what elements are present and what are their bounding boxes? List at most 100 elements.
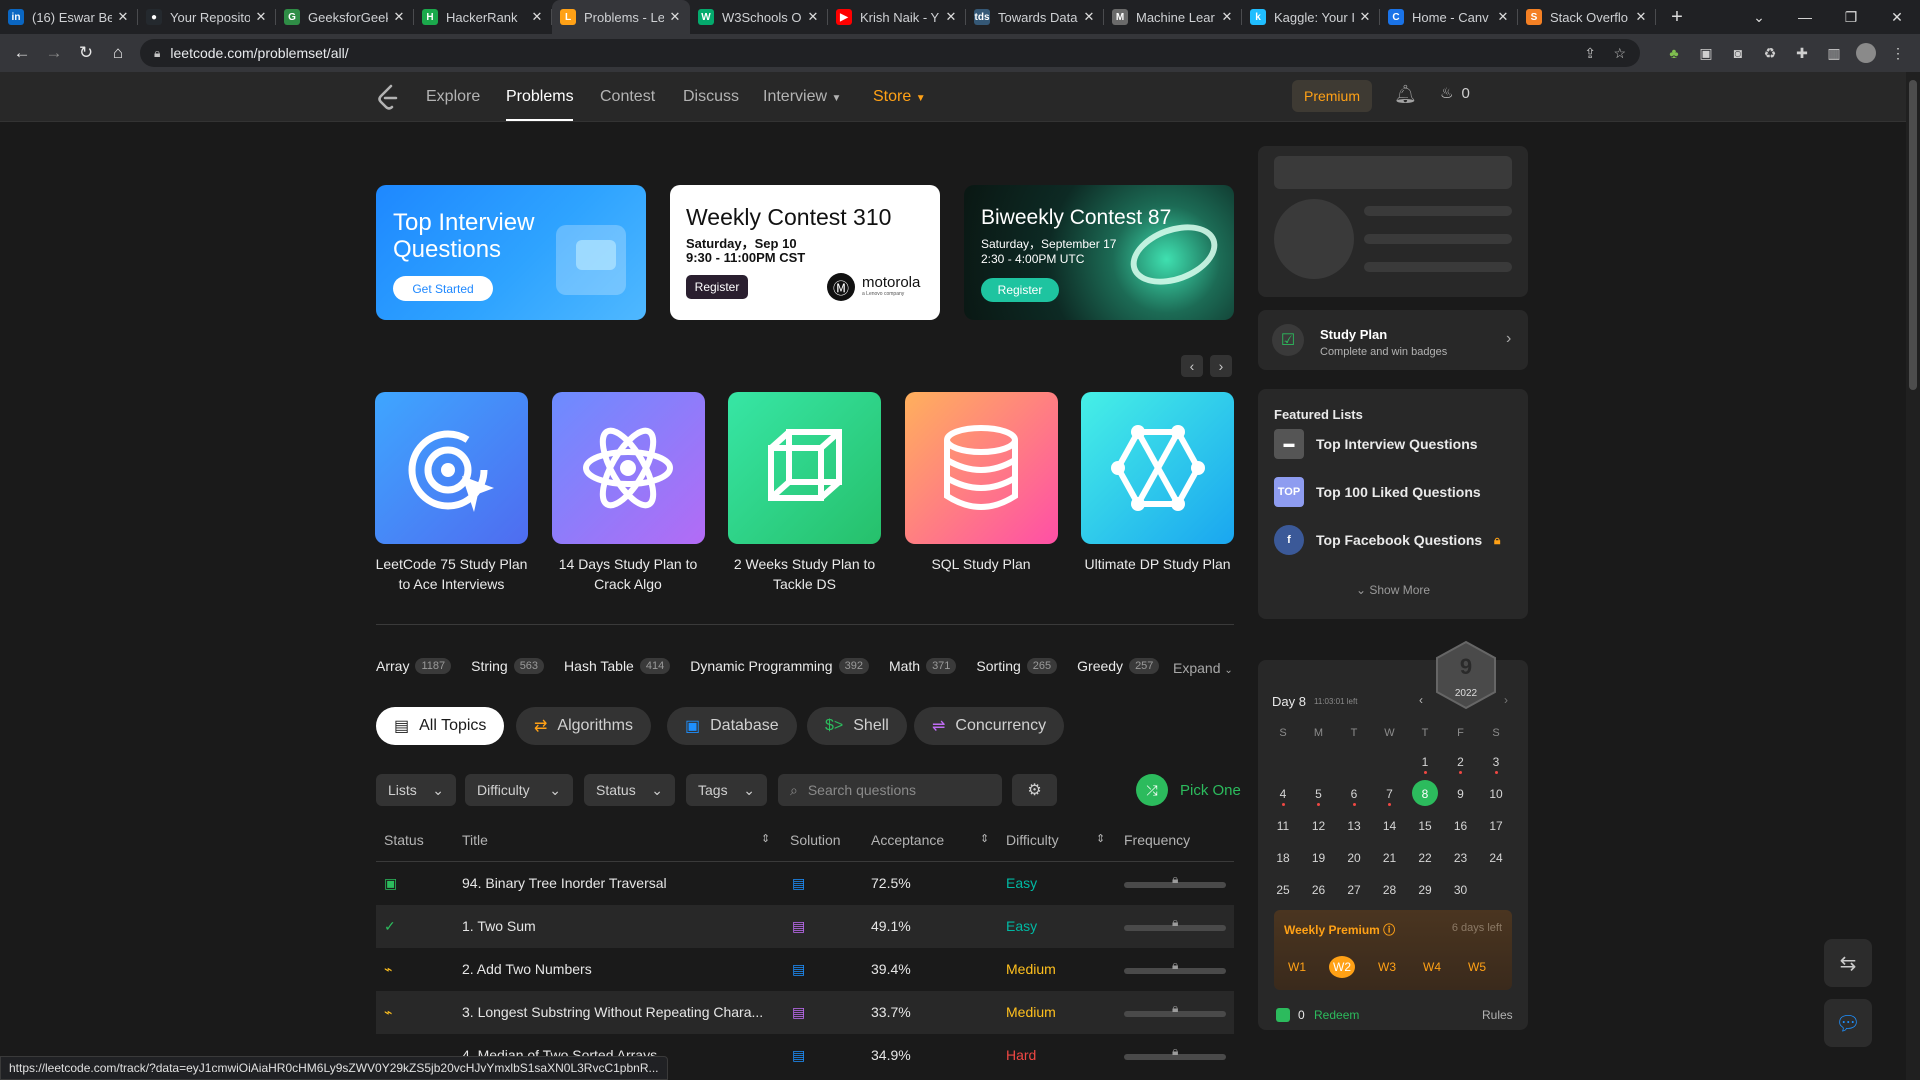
nav-store[interactable]: Store ▼ [873,88,926,106]
extension-b-icon[interactable]: ▣ [1692,39,1720,67]
tab-close-icon[interactable]: ✕ [254,9,268,25]
calendar-date[interactable]: 22 [1408,851,1442,865]
study-plan-card[interactable]: 2 Weeks Study Plan to Tackle DS [728,392,881,594]
biweekly-register-button[interactable]: Register [981,278,1059,302]
calendar-date[interactable]: 29 [1408,883,1442,897]
browser-menu-icon[interactable]: ⋮ [1884,39,1912,67]
week-tab[interactable]: W2 [1329,956,1355,978]
feedback-chat-icon[interactable]: 💬︎ [1824,999,1872,1047]
extension-recycle-icon[interactable]: ♻ [1756,39,1784,67]
pick-one-button[interactable]: ⤮ Pick One [1136,774,1241,806]
browser-tab[interactable]: tds Towards Data ✕ [966,0,1104,34]
calendar-prev-icon[interactable]: ‹ [1419,693,1423,707]
extensions-puzzle-icon[interactable]: ✚ [1788,39,1816,67]
browser-tab[interactable]: k Kaggle: Your I ✕ [1242,0,1380,34]
col-title[interactable]: Title [462,832,488,848]
extension-camera-icon[interactable]: ◙ [1724,39,1752,67]
col-difficulty[interactable]: Difficulty [1006,832,1059,848]
streak-counter[interactable]: ♨ 0 [1440,84,1470,103]
problem-title-link[interactable]: 94. Binary Tree Inorder Traversal [462,875,667,891]
calendar-date[interactable]: 9 [1444,787,1478,801]
study-plan-card[interactable]: 14 Days Study Plan to Crack Algo [551,392,705,594]
col-status[interactable]: Status [384,832,424,848]
switch-layout-icon[interactable]: ⇆ [1824,939,1872,987]
profile-avatar[interactable] [1852,39,1880,67]
problem-title-link[interactable]: 1. Two Sum [462,918,536,934]
study-plan-card[interactable]: ☑ Study Plan Complete and win badges › [1258,310,1528,370]
calendar-today[interactable]: 8 [1408,787,1442,801]
nav-problems[interactable]: Problems [506,88,574,106]
rules-link[interactable]: Rules [1482,1008,1513,1022]
browser-tab[interactable]: in (16) Eswar Be ✕ [0,0,138,34]
tab-close-icon[interactable]: ✕ [1634,9,1648,25]
sort-icon[interactable]: ⇕ [1096,832,1105,845]
calendar-date[interactable]: 18 [1266,851,1300,865]
address-bar[interactable]: 🔒︎ leetcode.com/problemset/all/ ⇪ ☆ [140,39,1640,67]
tab-close-icon[interactable]: ✕ [392,9,406,25]
expand-tags-button[interactable]: Expand ⌄ [1173,660,1233,676]
tag-item[interactable]: Math 371 [889,658,957,674]
info-icon[interactable]: ⓘ [1383,923,1395,937]
col-solution[interactable]: Solution [790,832,841,848]
show-more-button[interactable]: ⌄ Show More [1258,583,1528,597]
study-plan-card[interactable]: LeetCode 75 Study Plan to Ace Interviews [375,392,528,594]
browser-tab[interactable]: H HackerRank ✕ [414,0,552,34]
notification-bell-icon[interactable]: 🔔︎ [1394,84,1417,105]
calendar-date[interactable]: 14 [1373,819,1407,833]
tab-close-icon[interactable]: ✕ [116,9,130,25]
calendar-date[interactable]: 11 [1266,819,1300,833]
calendar-date[interactable]: 16 [1444,819,1478,833]
calendar-date[interactable]: 3 [1479,755,1513,769]
monthly-badge[interactable]: 9 2022 [1434,640,1498,710]
calendar-date[interactable]: 10 [1479,787,1513,801]
week-tab[interactable]: W1 [1284,956,1310,978]
difficulty-dropdown[interactable]: Difficulty ⌄ [465,774,573,806]
minimize-window-icon[interactable]: — [1782,0,1828,34]
calendar-date[interactable]: 28 [1373,883,1407,897]
browser-tab[interactable]: C Home - Canv ✕ [1380,0,1518,34]
week-tab[interactable]: W5 [1464,956,1490,978]
table-row[interactable]: ⌁ 2. Add Two Numbers ▤ 39.4% Medium 🔒︎ [376,948,1234,991]
bookmark-star-icon[interactable]: ☆ [1613,45,1626,62]
calendar-date[interactable]: 1 [1408,755,1442,769]
solution-document-icon[interactable]: ▤ [792,1004,805,1021]
nav-contest[interactable]: Contest [600,88,655,106]
calendar-date[interactable]: 6 [1337,787,1371,801]
calendar-date[interactable]: 26 [1302,883,1336,897]
carousel-next-icon[interactable]: › [1210,355,1232,377]
table-row[interactable]: ⌁ 3. Longest Substring Without Repeating … [376,991,1234,1034]
home-icon[interactable]: ⌂ [102,37,134,69]
browser-tab[interactable]: ● Your Reposito ✕ [138,0,276,34]
browser-tab[interactable]: W W3Schools O ✕ [690,0,828,34]
redeem-link[interactable]: Redeem [1314,1008,1359,1022]
browser-tab[interactable]: G GeeksforGeek ✕ [276,0,414,34]
week-tab[interactable]: W4 [1419,956,1445,978]
topic-all-topics[interactable]: ▤ All Topics [376,707,505,745]
calendar-date[interactable]: 27 [1337,883,1371,897]
banner-biweekly-contest[interactable]: Biweekly Contest 87 Saturday，September 1… [964,185,1234,320]
calendar-date[interactable]: 30 [1444,883,1478,897]
extension-tree-icon[interactable]: ♣ [1660,39,1688,67]
tab-search-icon[interactable]: ⌄ [1736,0,1782,34]
close-window-icon[interactable]: ✕ [1874,0,1920,34]
topic-database[interactable]: ▣ Database [667,707,797,745]
browser-tab[interactable]: ▶ Krish Naik - Y ✕ [828,0,966,34]
tags-dropdown[interactable]: Tags ⌄ [686,774,767,806]
study-plan-card[interactable]: SQL Study Plan [904,392,1058,574]
calendar-date[interactable]: 24 [1479,851,1513,865]
calendar-date[interactable]: 19 [1302,851,1336,865]
topic-shell[interactable]: $> Shell [807,707,907,745]
featured-list-item[interactable]: TOP Top 100 Liked Questions [1274,477,1481,507]
tab-close-icon[interactable]: ✕ [1358,9,1372,25]
calendar-date[interactable]: 20 [1337,851,1371,865]
tab-close-icon[interactable]: ✕ [806,9,820,25]
problem-title-link[interactable]: 2. Add Two Numbers [462,961,592,977]
sort-icon[interactable]: ⇕ [980,832,989,845]
table-row[interactable]: ▣ 94. Binary Tree Inorder Traversal ▤ 72.5%… [376,862,1234,905]
study-plan-card[interactable]: Ultimate DP Study Plan [1081,392,1234,574]
share-icon[interactable]: ⇪ [1584,45,1596,62]
scrollbar-thumb[interactable] [1909,80,1917,390]
weekly-register-button[interactable]: Register [686,275,748,299]
solution-document-icon[interactable]: ▤ [792,918,805,935]
calendar-date[interactable]: 25 [1266,883,1300,897]
